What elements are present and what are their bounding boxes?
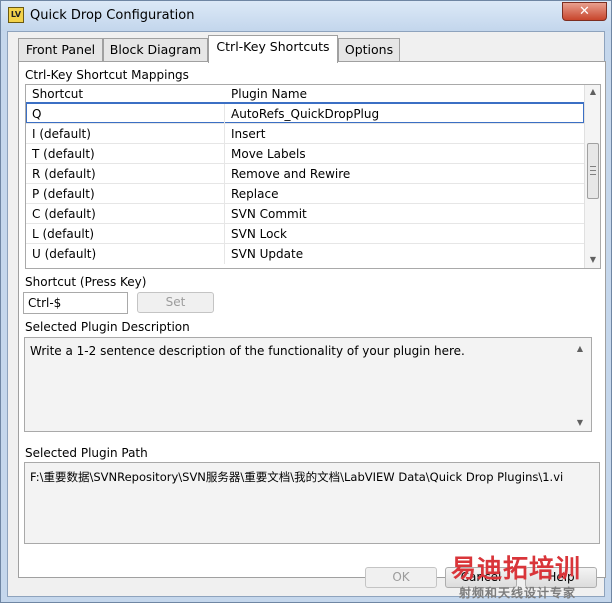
shortcut-cell: I (default) — [32, 127, 91, 141]
shortcut-cell: Q — [32, 107, 42, 121]
thumb-grip — [590, 166, 596, 167]
mapping-row[interactable]: R (default) Remove and Rewire — [26, 163, 584, 184]
mapping-row-selected[interactable]: Q AutoRefs_QuickDropPlug — [26, 102, 585, 124]
column-separator — [224, 184, 225, 204]
mapping-row[interactable]: P (default) Replace — [26, 183, 584, 204]
shortcut-cell: P (default) — [32, 187, 95, 201]
plugin-path-textbox[interactable]: F:\重要数据\SVNRepository\SVN服务器\重要文档\我的文档\L… — [24, 462, 600, 544]
column-separator — [224, 244, 225, 264]
watermark-logo-text: 易迪拓培训 — [451, 554, 582, 583]
plugin-cell: SVN Commit — [231, 207, 307, 221]
list-vertical-scrollbar[interactable]: ▲ ▼ — [584, 85, 600, 268]
tab-ctrl-key-shortcuts[interactable]: Ctrl-Key Shortcuts — [208, 35, 338, 63]
shortcut-mappings-list[interactable]: Shortcut Plugin Name Q AutoRefs_QuickDro… — [25, 84, 601, 269]
shortcut-key-input[interactable] — [23, 292, 128, 314]
scroll-down-arrow-icon[interactable]: ▼ — [588, 255, 598, 265]
plugin-cell: SVN Update — [231, 247, 304, 261]
quick-drop-config-window: LV Quick Drop Configuration ✕ Front Pane… — [0, 0, 612, 603]
plugin-cell: Move Labels — [231, 147, 306, 161]
tab-block-diagram[interactable]: Block Diagram — [103, 38, 208, 62]
dialog-client-area: Front Panel Block Diagram Ctrl-Key Short… — [7, 31, 606, 597]
path-text: F:\重要数据\SVNRepository\SVN服务器\重要文档\我的文档\L… — [30, 470, 564, 484]
window-title: Quick Drop Configuration — [30, 8, 195, 23]
watermark-subtitle: 射频和天线设计专家 — [459, 586, 577, 600]
plugin-description-textbox[interactable]: Write a 1-2 sentence description of the … — [24, 337, 592, 432]
mapping-row[interactable]: U (default) SVN Update — [26, 243, 584, 264]
column-separator — [224, 224, 225, 244]
shortcut-cell: U (default) — [32, 247, 97, 261]
thumb-grip — [590, 170, 596, 171]
mapping-row[interactable]: I (default) Insert — [26, 123, 584, 144]
column-separator — [224, 104, 225, 124]
set-button[interactable]: Set — [137, 292, 214, 313]
description-label: Selected Plugin Description — [25, 320, 190, 334]
tab-options[interactable]: Options — [338, 38, 400, 62]
plugin-cell: Insert — [231, 127, 266, 141]
mapping-row[interactable]: T (default) Move Labels — [26, 143, 584, 164]
scroll-up-arrow-icon[interactable]: ▲ — [575, 344, 585, 354]
scroll-thumb[interactable] — [587, 143, 599, 199]
close-button[interactable]: ✕ — [562, 2, 607, 21]
shortcut-cell: R (default) — [32, 167, 96, 181]
column-separator — [224, 144, 225, 164]
ctrl-key-shortcuts-panel: Ctrl-Key Shortcut Mappings Shortcut Plug… — [18, 61, 606, 578]
shortcut-field-label: Shortcut (Press Key) — [25, 275, 147, 289]
title-bar[interactable]: LV Quick Drop Configuration ✕ — [1, 1, 611, 31]
list-header: Shortcut Plugin Name — [26, 85, 584, 103]
tab-front-panel[interactable]: Front Panel — [18, 38, 103, 62]
plugin-cell: AutoRefs_QuickDropPlug — [231, 107, 380, 121]
ok-button[interactable]: OK — [365, 567, 437, 588]
shortcut-column-header[interactable]: Shortcut — [32, 87, 83, 101]
column-separator — [224, 124, 225, 144]
scroll-up-arrow-icon[interactable]: ▲ — [588, 87, 598, 97]
scroll-down-arrow-icon[interactable]: ▼ — [575, 418, 585, 428]
plugin-cell: Replace — [231, 187, 279, 201]
shortcut-cell: C (default) — [32, 207, 96, 221]
mappings-group-label: Ctrl-Key Shortcut Mappings — [25, 68, 189, 82]
labview-app-icon: LV — [8, 7, 24, 23]
shortcut-cell: T (default) — [32, 147, 95, 161]
mapping-row[interactable]: L (default) SVN Lock — [26, 223, 584, 244]
mapping-row[interactable]: C (default) SVN Commit — [26, 203, 584, 224]
shortcut-cell: L (default) — [32, 227, 95, 241]
path-label: Selected Plugin Path — [25, 446, 148, 460]
column-separator — [224, 204, 225, 224]
column-separator — [224, 164, 225, 184]
thumb-grip — [590, 174, 596, 175]
plugin-cell: SVN Lock — [231, 227, 287, 241]
plugin-cell: Remove and Rewire — [231, 167, 351, 181]
plugin-column-header[interactable]: Plugin Name — [231, 87, 307, 101]
description-text: Write a 1-2 sentence description of the … — [30, 344, 465, 358]
